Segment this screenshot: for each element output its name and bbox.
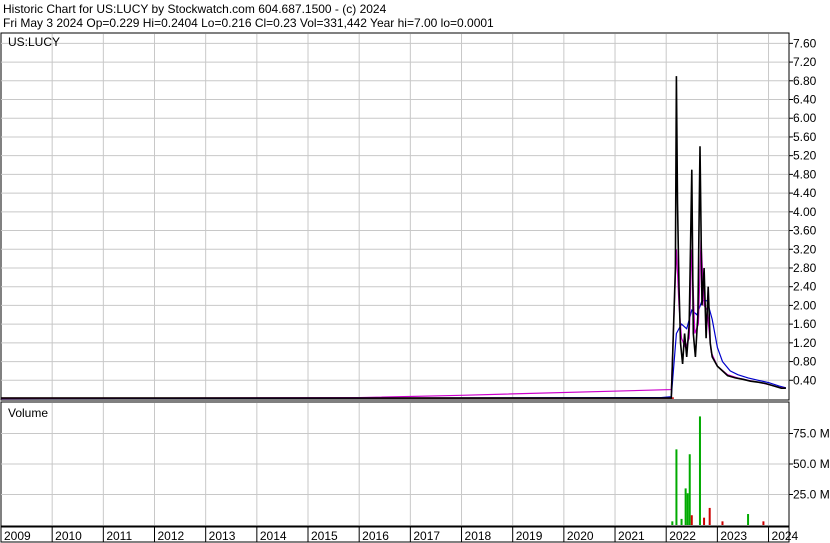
price-y-tick-label: 7.20	[793, 55, 817, 69]
x-axis-tick-label: 2018	[465, 529, 492, 543]
volume-bar	[680, 518, 683, 525]
price-y-tick-label: 3.60	[793, 224, 817, 238]
volume-bar	[747, 514, 750, 525]
volume-bar	[671, 521, 674, 525]
volume-panel-title: Volume	[8, 406, 48, 420]
volume-bar	[721, 521, 724, 525]
price-y-tick-label: 5.60	[793, 130, 817, 144]
x-axis-tick-label: 2013	[209, 529, 236, 543]
price-y-tick-label: 4.80	[793, 167, 817, 181]
volume-bar	[675, 449, 678, 525]
price-y-tick-label: 6.40	[793, 93, 817, 107]
x-axis-tick-label: 2021	[618, 529, 645, 543]
volume-bar	[686, 493, 689, 525]
price-y-tick-label: 2.40	[793, 280, 817, 294]
x-axis-tick-label: 2016	[362, 529, 389, 543]
x-axis-tick-label: 2015	[311, 529, 338, 543]
price-y-tick-label: 1.20	[793, 336, 817, 350]
price-y-tick-label: 4.00	[793, 205, 817, 219]
x-axis-tick-label: 2024	[772, 529, 799, 543]
price-y-tick-label: 5.20	[793, 149, 817, 163]
price-y-tick-label: 7.60	[793, 36, 817, 50]
volume-y-ticks: 75.0 M 50.0 M 25.0 M	[789, 427, 830, 502]
x-axis-tick-label: 2023	[720, 529, 747, 543]
price-y-tick-label: 6.00	[793, 111, 817, 125]
volume-y-tick-label: 75.0 M	[793, 427, 830, 441]
volume-bar	[698, 416, 701, 525]
volume-bar	[688, 454, 691, 525]
x-axis-tick-label: 2020	[567, 529, 594, 543]
x-axis-tick-label: 2009	[4, 529, 31, 543]
x-axis-tick-label: 2011	[106, 529, 132, 543]
volume-bar	[703, 517, 706, 525]
x-axis-tick-label: 2022	[669, 529, 696, 543]
price-y-tick-label: 0.40	[793, 373, 817, 387]
x-axis-tick-label: 2010	[55, 529, 82, 543]
price-panel	[0, 32, 790, 401]
price-y-ticks: 7.60 7.20 6.80 6.40 6.00 5.60 5.20 4.80 4.40 4.00…	[789, 36, 817, 387]
volume-y-tick-label: 25.0 M	[793, 488, 830, 502]
volume-bar	[708, 507, 711, 525]
volume-bar	[690, 515, 693, 525]
x-axis-tick-label: 2012	[158, 529, 185, 543]
price-y-tick-label: 2.00	[793, 298, 817, 312]
price-y-tick-label: 6.80	[793, 74, 817, 88]
volume-y-tick-label: 50.0 M	[793, 457, 830, 471]
price-y-tick-label: 1.60	[793, 317, 817, 331]
price-y-tick-label: 0.80	[793, 355, 817, 369]
price-panel-title: US:LUCY	[8, 35, 60, 49]
stock-chart: US:LUCY 7.60 7.20 6.80 6.40 6.00 5.60 5.20 4.80…	[0, 32, 830, 543]
volume-bar	[684, 488, 687, 525]
x-axis-tick-label: 2019	[516, 529, 543, 543]
x-axis-tick-label: 2017	[413, 529, 440, 543]
x-axis-tick-label: 2014	[260, 529, 287, 543]
volume-bar	[762, 521, 765, 525]
price-y-tick-label: 2.80	[793, 261, 817, 275]
price-y-tick-label: 3.20	[793, 242, 817, 256]
price-y-tick-label: 4.40	[793, 186, 817, 200]
